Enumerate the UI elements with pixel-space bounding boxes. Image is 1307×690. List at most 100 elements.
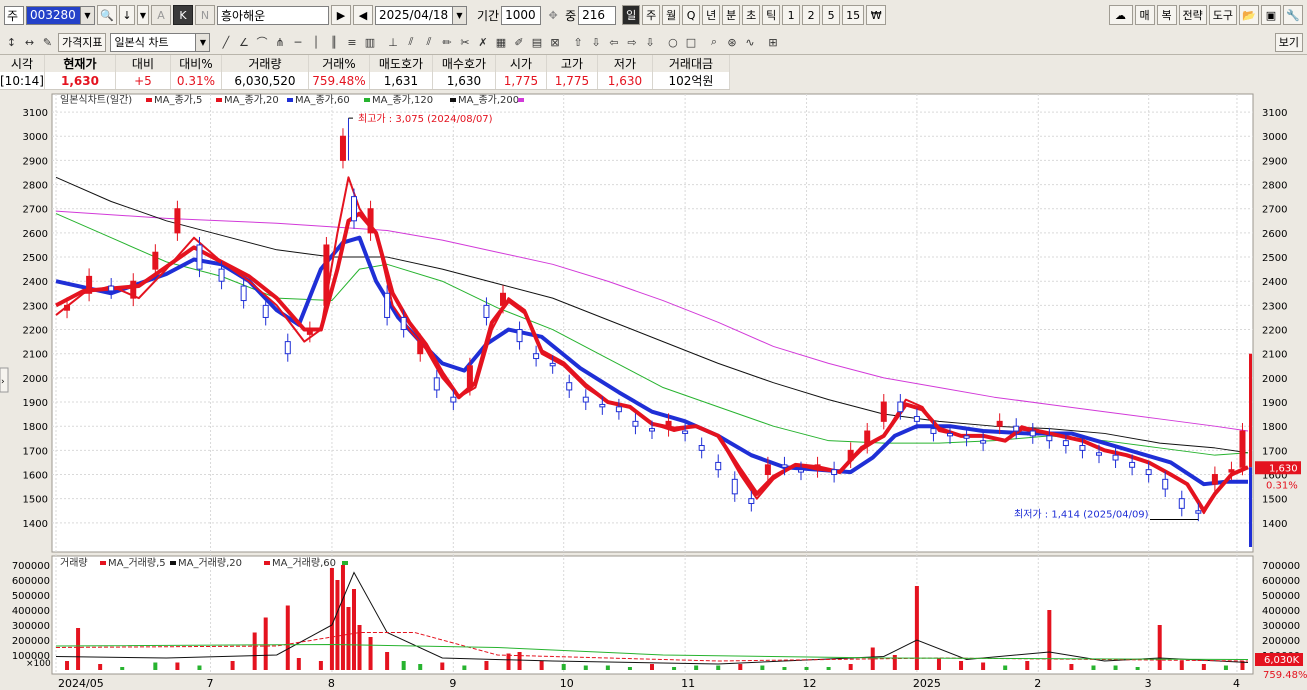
drawing-tool-7-icon[interactable]: ≡ [343, 33, 360, 51]
right-button-2[interactable]: 전략 [1178, 5, 1207, 25]
bar-chart-icon[interactable]: ₩ [866, 5, 887, 25]
drawing-tool-23-icon[interactable]: ⇩ [641, 33, 658, 51]
stock-code-input[interactable]: 003280 [26, 5, 81, 25]
y-tick-left-4: 1800 [23, 422, 48, 433]
mid-input[interactable]: 216 [578, 5, 617, 25]
drawing-tool-2-icon[interactable]: ⌒ [253, 33, 270, 51]
folder-icon[interactable]: 📂 [1239, 5, 1259, 25]
drawing-tool-29-icon[interactable]: ⊞ [764, 33, 781, 51]
volume-bar-34 [672, 667, 677, 670]
arrow-horizontal-icon[interactable]: ↔ [21, 33, 38, 51]
drawing-tool-12-icon[interactable]: ✏ [438, 33, 455, 51]
drawing-tool-28-icon[interactable]: ∿ [741, 33, 758, 51]
period-button-7[interactable]: 틱 [762, 5, 781, 25]
drawing-tool-1-icon[interactable]: ∠ [235, 33, 252, 51]
move-icon[interactable]: ✥ [543, 5, 564, 25]
drawing-tool-3-icon[interactable]: ⋔ [271, 33, 288, 51]
y-tick-left-14: 2800 [23, 181, 48, 192]
date-dropdown-icon[interactable]: ▼ [453, 5, 467, 25]
candle-46 [880, 401, 887, 422]
drawing-tool-16-icon[interactable]: ✐ [510, 33, 527, 51]
collapse-arrow: › [1, 377, 5, 387]
drawing-tool-26-icon[interactable]: ⌕ [705, 33, 722, 51]
period-button-1[interactable]: 주 [642, 5, 661, 25]
period-button-3[interactable]: Q [682, 5, 701, 25]
candle-27 [566, 382, 573, 391]
vol-scale-tag: ×100 [26, 659, 51, 669]
n-button[interactable]: N [195, 5, 215, 25]
drawing-tool-13-icon[interactable]: ✂ [456, 33, 473, 51]
market-select[interactable]: 주 [4, 5, 24, 25]
period-button-9[interactable]: 2 [802, 5, 821, 25]
period-input[interactable]: 1000 [501, 5, 542, 25]
cloud-icon[interactable]: ☁ [1108, 5, 1133, 25]
period-button-10[interactable]: 5 [822, 5, 841, 25]
a-button[interactable]: A [151, 5, 171, 25]
quote-header-1: 현재가 [44, 55, 116, 72]
drawing-tool-24-icon[interactable]: ○ [664, 33, 681, 51]
period-button-2[interactable]: 월 [662, 5, 681, 25]
period-button-0[interactable]: 일 [622, 5, 641, 25]
drawing-tool-6-icon[interactable]: ║ [325, 33, 342, 51]
edit-icon[interactable]: ✎ [39, 33, 56, 51]
candle-35 [698, 445, 705, 451]
k-button[interactable]: K [173, 5, 193, 25]
period-button-11[interactable]: 15 [842, 5, 865, 25]
date-input[interactable]: 2025/04/18 [375, 5, 453, 25]
drawing-tool-19-icon[interactable]: ⇧ [569, 33, 586, 51]
drawing-tool-11-icon[interactable]: ⫽ [420, 33, 437, 51]
drawing-tool-14-icon[interactable]: ✗ [474, 33, 491, 51]
drawing-tool-25-icon[interactable]: □ [682, 33, 699, 51]
quote-value-6: 1,631 [369, 72, 433, 90]
drawing-tool-0-icon[interactable]: ╱ [217, 33, 234, 51]
stock-code-dropdown-icon[interactable]: ▼ [81, 5, 95, 25]
candle-28 [582, 396, 589, 403]
right-button-3[interactable]: 도구 [1208, 5, 1237, 25]
drawing-tool-9-icon[interactable]: ⊥ [384, 33, 401, 51]
price-chart[interactable]: 1400 14001500 15001600 16001700 17001800 1800… [0, 92, 1307, 690]
chevron-down-icon[interactable]: ▼ [137, 5, 149, 25]
drawing-tool-22-icon[interactable]: ⇨ [623, 33, 640, 51]
back-icon[interactable]: ◀ [353, 5, 373, 25]
drawing-tool-10-icon[interactable]: ⫽ [402, 33, 419, 51]
view-button[interactable]: 보기 [1274, 32, 1303, 52]
period-button-6[interactable]: 초 [742, 5, 761, 25]
drawing-tool-5-icon[interactable]: │ [307, 33, 324, 51]
stock-name-field: 흥아해운 [217, 5, 329, 25]
candle-13 [339, 135, 346, 161]
arrow-vertical-icon[interactable]: ↕ [3, 33, 20, 51]
period-button-5[interactable]: 분 [722, 5, 741, 25]
price-indicator-button[interactable]: 가격지표 [58, 32, 107, 52]
settings-icon[interactable]: 🔧 [1283, 5, 1303, 25]
drawing-tool-8-icon[interactable]: ▥ [361, 33, 378, 51]
drawing-tool-4-icon[interactable]: ─ [289, 33, 306, 51]
candle-66 [1211, 474, 1218, 485]
vol-tick-left-5: 600000 [12, 576, 50, 587]
drawing-toolbar: ↕ ↔ ✎ 가격지표 일본식 차트 ▼ ╱ ∠ ⌒ ⋔ ─ │ ║ ≡ ▥ ⊥ ⫽ ⫽ ✏ ✂ ✗ ▦ ✐ ▤ ⊠ ⇧… [0, 30, 1307, 55]
y-tick-left-9: 2300 [23, 301, 48, 312]
drawing-tool-15-icon[interactable]: ▦ [492, 33, 509, 51]
right-button-0[interactable]: 매 [1134, 5, 1155, 25]
candle-48 [913, 416, 920, 422]
volume-bar-26 [506, 653, 511, 670]
volume-bar-33 [650, 664, 654, 670]
right-button-1[interactable]: 복 [1156, 5, 1177, 25]
period-button-8[interactable]: 1 [782, 5, 801, 25]
drawing-tool-27-icon[interactable]: ⊛ [723, 33, 740, 51]
legend-4: MA_종가,200 [458, 94, 519, 106]
period-button-4[interactable]: 년 [702, 5, 721, 25]
drawing-tool-21-icon[interactable]: ⇦ [605, 33, 622, 51]
candle-41 [798, 469, 804, 473]
chart-type-dropdown-icon[interactable]: ▼ [196, 32, 211, 52]
save-icon[interactable]: ▣ [1261, 5, 1281, 25]
drawing-tool-20-icon[interactable]: ⇩ [587, 33, 604, 51]
quote-header-10: 저가 [597, 55, 653, 72]
vol-tick-right-5: 600000 [1262, 576, 1300, 587]
vol-legend-1: MA_거래량,20 [178, 557, 242, 569]
sort-icon[interactable]: ↓ [119, 5, 135, 25]
play-icon[interactable]: ▶ [331, 5, 351, 25]
drawing-tool-18-icon[interactable]: ⊠ [546, 33, 563, 51]
chart-type-select[interactable]: 일본식 차트 [110, 32, 197, 52]
search-icon[interactable]: 🔍 [97, 5, 117, 25]
drawing-tool-17-icon[interactable]: ▤ [528, 33, 545, 51]
